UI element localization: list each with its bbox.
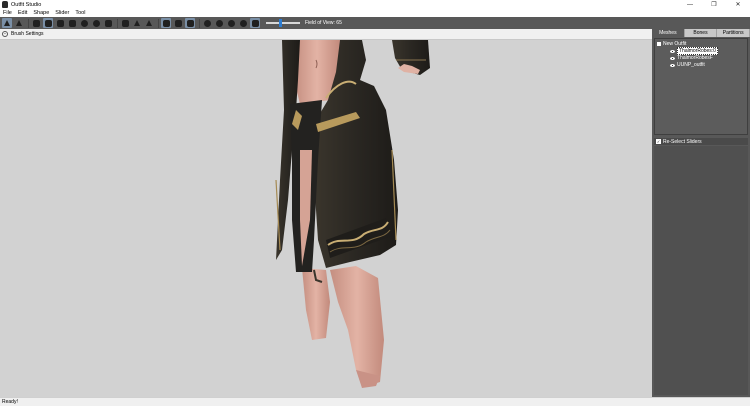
root-checkbox[interactable] <box>657 42 661 46</box>
window-title: Outfit Studio <box>11 1 42 8</box>
eye-icon[interactable] <box>670 63 675 67</box>
eye-icon[interactable] <box>670 56 675 60</box>
transform-tool-button[interactable] <box>14 18 24 28</box>
weight-brush-icon <box>92 19 100 27</box>
collision-icon <box>121 19 129 27</box>
smooth-brush-icon <box>80 19 88 27</box>
toolbar-separator <box>158 18 159 28</box>
mirror-icon <box>162 19 170 27</box>
reselect-sliders-label: Re-Select Sliders <box>663 138 702 145</box>
view-front-button[interactable] <box>202 18 212 28</box>
tab-bones[interactable]: Bones <box>684 29 718 37</box>
view-left-button[interactable] <box>226 18 236 28</box>
mirror-x-button[interactable] <box>161 18 171 28</box>
move-brush-icon <box>68 19 76 27</box>
menu-bar: File Edit Shape Slider Tool <box>0 9 750 17</box>
select-icon <box>4 20 10 26</box>
tab-partitions[interactable]: Partitions <box>717 29 750 37</box>
view-back-button[interactable] <box>214 18 224 28</box>
tree-item-label: ThalmorRobesF <box>677 55 713 61</box>
tree-item[interactable]: ThalmorRobesF <box>670 55 713 61</box>
reselect-sliders-checkbox[interactable]: ✓ Re-Select Sliders <box>654 138 748 145</box>
app-icon <box>2 1 8 8</box>
tab-meshes[interactable]: Meshes <box>652 29 685 37</box>
collision-button[interactable] <box>120 18 130 28</box>
menu-file[interactable]: File <box>3 10 12 16</box>
legs <box>302 266 384 388</box>
slider-list-area[interactable] <box>654 146 748 395</box>
select-tool-button[interactable] <box>2 18 12 28</box>
restore-button[interactable]: ❐ <box>702 0 726 9</box>
view-right-icon <box>239 19 247 27</box>
menu-slider[interactable]: Slider <box>55 10 69 16</box>
view-left-icon <box>227 19 235 27</box>
move-brush-button[interactable] <box>67 18 77 28</box>
pencil-tool-button[interactable] <box>132 18 142 28</box>
smooth-brush-button[interactable] <box>79 18 89 28</box>
eye-icon[interactable] <box>670 49 675 53</box>
global-icon <box>186 19 194 27</box>
inflate-brush-icon <box>44 19 52 27</box>
inflate-brush-button[interactable] <box>43 18 53 28</box>
menu-edit[interactable]: Edit <box>18 10 27 16</box>
outfit-studio-window: Outfit Studio — ❐ ✕ File Edit Shape Slid… <box>0 0 750 406</box>
mesh-tree[interactable]: New Outfit ThalmorRobes:0 ThalmorRobesF … <box>654 38 748 135</box>
view-front-icon <box>203 19 211 27</box>
status-text: Ready! <box>2 399 18 405</box>
window-controls: — ❐ ✕ <box>678 0 750 9</box>
field-of-view-slider[interactable] <box>266 18 300 28</box>
outfit-model-render <box>275 40 430 388</box>
brush-settings-label[interactable]: Brush Settings <box>11 31 44 37</box>
tree-item[interactable]: UUNP_outfit <box>670 62 705 68</box>
fov-slider-track <box>266 22 300 24</box>
global-brush-button[interactable] <box>185 18 195 28</box>
deflate-brush-icon <box>56 19 64 27</box>
weight-brush-button[interactable] <box>91 18 101 28</box>
robe-sleeve <box>392 40 430 75</box>
view-back-icon <box>215 19 223 27</box>
deflate-brush-button[interactable] <box>55 18 65 28</box>
pen-tool-button[interactable] <box>144 18 154 28</box>
mask-brush-button[interactable] <box>31 18 41 28</box>
connected-icon <box>174 19 182 27</box>
tree-item-label: UUNP_outfit <box>677 62 705 68</box>
view-right-button[interactable] <box>238 18 248 28</box>
right-panel: Meshes Bones Partitions New Outfit Thalm… <box>652 29 750 397</box>
toolbar-separator <box>28 18 29 28</box>
color-brush-button[interactable] <box>103 18 113 28</box>
status-bar: Ready! <box>0 397 750 406</box>
toolbar-separator <box>117 18 118 28</box>
pen-icon <box>146 20 152 26</box>
mask-brush-icon <box>32 19 40 27</box>
minimize-button[interactable]: — <box>678 0 702 9</box>
title-bar: Outfit Studio — ❐ ✕ <box>0 0 750 9</box>
field-of-view-label: Field of View: 65 <box>305 20 342 26</box>
perspective-icon <box>251 19 259 27</box>
perspective-toggle-button[interactable] <box>250 18 260 28</box>
fov-slider-handle[interactable] <box>279 19 282 27</box>
menu-shape[interactable]: Shape <box>33 10 49 16</box>
toolbar-separator <box>199 18 200 28</box>
pencil-icon <box>134 20 140 26</box>
toolbar: Field of View: 65 <box>0 17 750 29</box>
robe-body <box>275 40 398 283</box>
transform-icon <box>16 20 22 26</box>
panel-tabs: Meshes Bones Partitions <box>652 29 750 37</box>
3d-viewport[interactable] <box>0 40 652 397</box>
tree-item-label: ThalmorRobes:0 <box>677 47 718 55</box>
brush-settings-bar: − Brush Settings <box>0 29 652 40</box>
menu-tool[interactable]: Tool <box>75 10 85 16</box>
close-button[interactable]: ✕ <box>726 0 750 9</box>
brush-settings-toggle[interactable]: − <box>2 31 8 37</box>
tree-item[interactable]: ThalmorRobes:0 <box>670 47 718 55</box>
color-brush-icon <box>104 19 112 27</box>
checkbox-check-icon[interactable]: ✓ <box>656 139 661 144</box>
connected-only-button[interactable] <box>173 18 183 28</box>
